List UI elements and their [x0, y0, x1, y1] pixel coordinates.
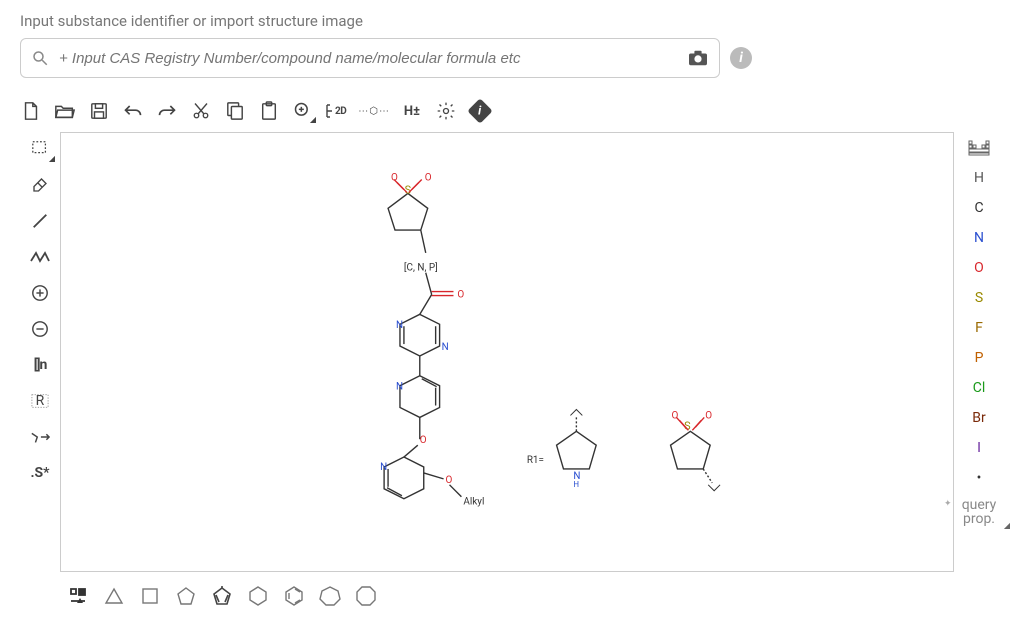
svg-text:H: H	[573, 480, 579, 489]
cut-icon[interactable]	[190, 100, 212, 122]
svg-text:Alkyl: Alkyl	[463, 497, 484, 508]
select-tool-icon[interactable]: ◢	[28, 138, 52, 160]
zoom-add-icon[interactable]: ◢	[292, 100, 314, 122]
info-diamond-icon[interactable]: i	[469, 100, 491, 122]
bond-tool-icon[interactable]	[28, 210, 52, 232]
svg-text:O: O	[705, 410, 712, 421]
ring-octagon-icon[interactable]	[354, 584, 378, 608]
svg-text:N: N	[380, 462, 387, 473]
chain-tool-icon[interactable]	[28, 246, 52, 268]
redo-icon[interactable]	[156, 100, 178, 122]
structure-canvas[interactable]: S O O [C, N, P] O	[60, 132, 954, 572]
hydrogens-button[interactable]: H±	[401, 100, 423, 122]
ring-heptagon-icon[interactable]	[318, 584, 342, 608]
search-row: i	[20, 38, 1004, 78]
copy-icon[interactable]	[224, 100, 246, 122]
atom-i-button[interactable]: I	[977, 438, 981, 458]
ring-pentagon-icon[interactable]	[174, 584, 198, 608]
settings-gear-icon[interactable]	[435, 100, 457, 122]
ring-square-icon[interactable]	[138, 584, 162, 608]
right-toolbar: H C N O S F P Cl Br I • ✦ query prop. ◢	[954, 132, 1004, 572]
atom-p-button[interactable]: P	[975, 348, 984, 368]
molecule-drawing: S O O [C, N, P] O	[61, 133, 953, 571]
ring-hexagon-icon[interactable]	[246, 584, 270, 608]
dearomatize-icon[interactable]: ⋯⬡⋯	[358, 100, 389, 122]
svg-text:N: N	[442, 342, 449, 353]
info-icon[interactable]: i	[730, 47, 752, 69]
bottom-toolbar	[20, 572, 1004, 608]
workspace: ◢ []n R .S*	[20, 132, 1004, 572]
atom-br-button[interactable]: Br	[972, 408, 985, 428]
search-icon	[31, 49, 49, 67]
svg-text:R1=: R1=	[527, 455, 544, 466]
atom-s-button[interactable]: S	[975, 288, 983, 308]
sgroup-tool-button[interactable]: .S*	[28, 462, 52, 484]
atom-any-button[interactable]: •	[977, 468, 982, 488]
save-icon[interactable]	[88, 100, 110, 122]
reaction-arrow-icon[interactable]	[28, 426, 52, 448]
search-input[interactable]	[57, 49, 679, 68]
svg-text:O: O	[672, 410, 679, 421]
periodic-table-icon[interactable]	[968, 138, 990, 158]
ring-benzene-icon[interactable]	[282, 584, 306, 608]
template-library-icon[interactable]	[66, 584, 90, 608]
charge-minus-icon[interactable]	[28, 318, 52, 340]
svg-text:[C, N, P]: [C, N, P]	[404, 263, 438, 274]
ring-triangle-icon[interactable]	[102, 584, 126, 608]
query-prop-button[interactable]: ✦ query prop. ◢	[954, 498, 1004, 526]
open-folder-icon[interactable]	[54, 100, 76, 122]
brackets-tool-button[interactable]: []n	[28, 354, 52, 376]
camera-icon[interactable]	[687, 49, 709, 67]
rgroup-tool-button[interactable]: R	[28, 390, 52, 412]
paste-icon[interactable]	[258, 100, 280, 122]
erase-tool-icon[interactable]	[28, 174, 52, 196]
atom-h-button[interactable]: H	[974, 168, 984, 188]
atom-cl-button[interactable]: Cl	[973, 378, 986, 398]
layout-2d-button[interactable]: 2D	[326, 100, 346, 122]
left-toolbar: ◢ []n R .S*	[20, 132, 60, 572]
charge-plus-icon[interactable]	[28, 282, 52, 304]
svg-text:O: O	[425, 173, 432, 184]
atom-f-button[interactable]: F	[975, 318, 983, 338]
svg-text:O: O	[420, 435, 427, 446]
svg-text:O: O	[391, 173, 398, 184]
page-heading: Input substance identifier or import str…	[20, 12, 1004, 30]
svg-text:O: O	[446, 475, 453, 486]
search-box[interactable]	[20, 38, 720, 78]
undo-icon[interactable]	[122, 100, 144, 122]
new-file-icon[interactable]	[20, 100, 42, 122]
atom-c-button[interactable]: C	[974, 198, 983, 218]
svg-text:N: N	[396, 320, 403, 331]
top-toolbar: ◢ 2D ⋯⬡⋯ H± i	[20, 96, 1004, 132]
svg-text:N: N	[396, 382, 403, 393]
ring-cyclopentadiene-icon[interactable]	[210, 584, 234, 608]
atom-o-button[interactable]: O	[974, 258, 984, 278]
svg-text:O: O	[457, 289, 464, 300]
atom-n-button[interactable]: N	[974, 228, 984, 248]
